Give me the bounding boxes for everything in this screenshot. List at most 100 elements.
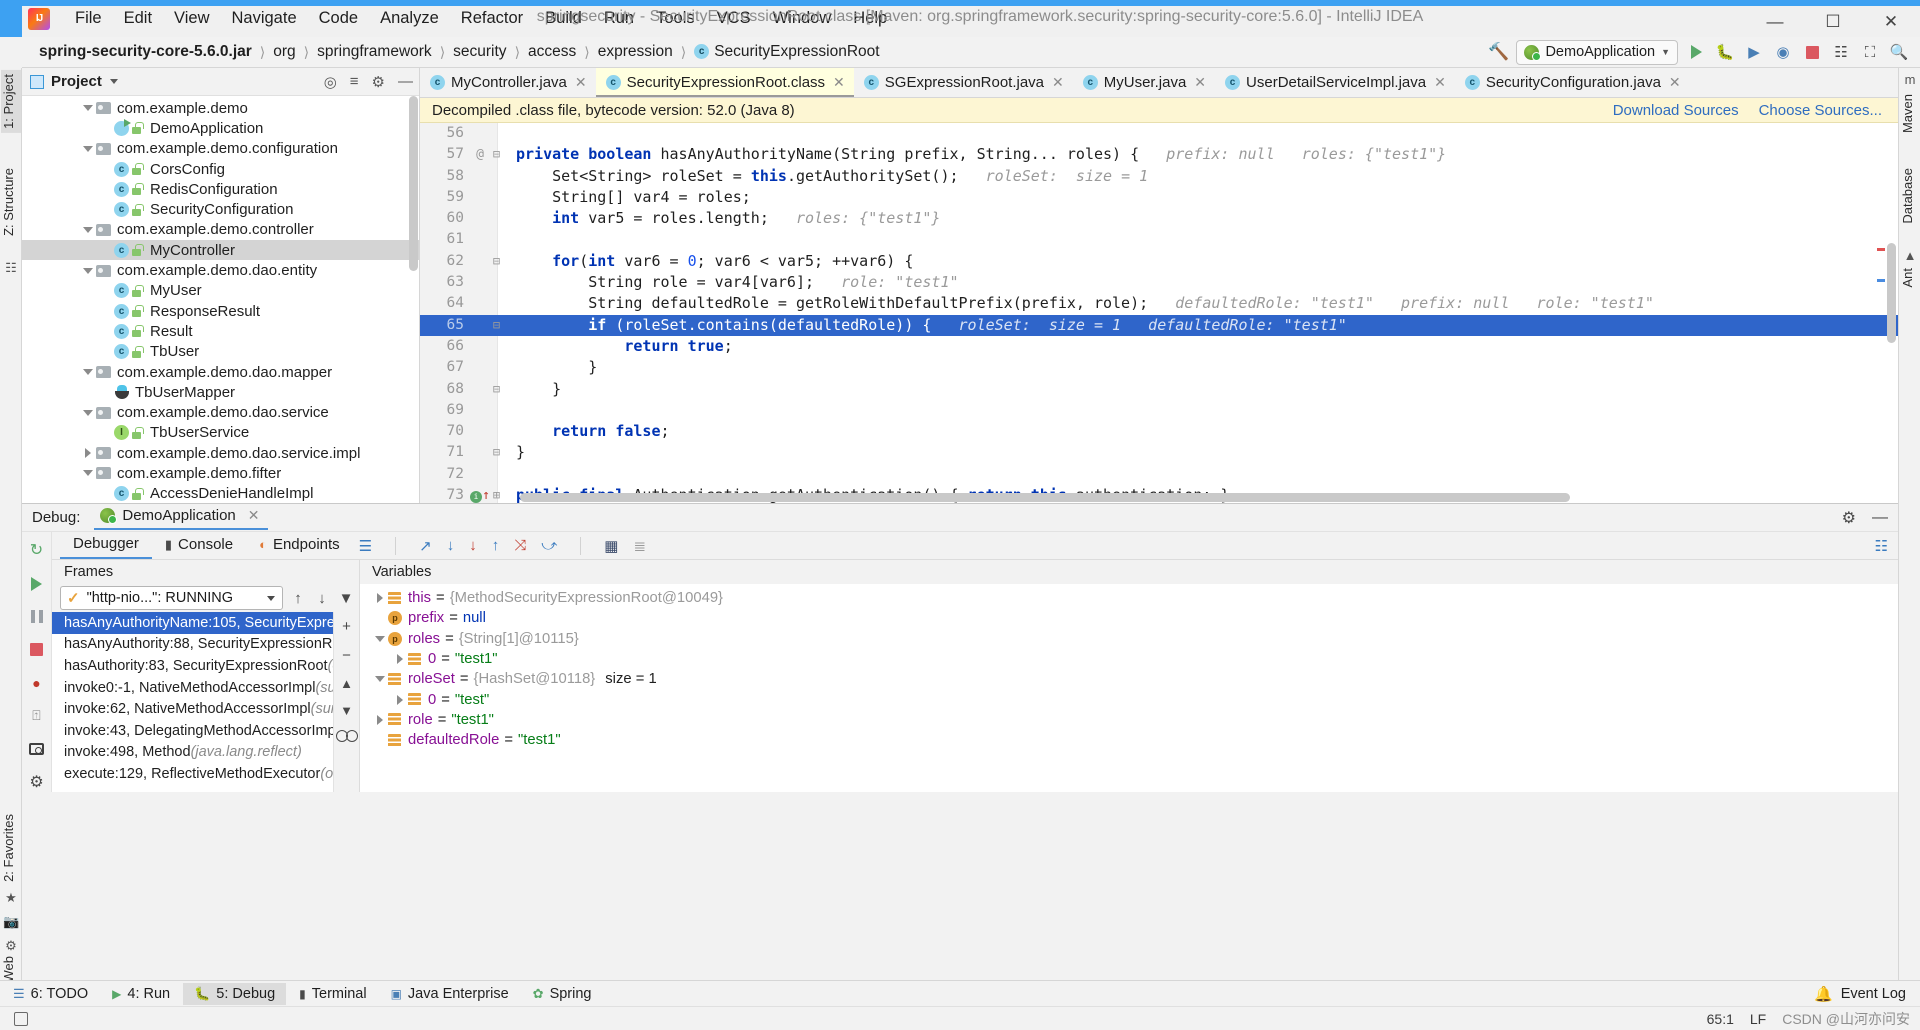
menu-navigate[interactable]: Navigate [221, 5, 308, 32]
tree-node[interactable]: com.example.demo.dao.entity [22, 260, 419, 280]
thread-select[interactable]: ✓ "http-nio...": RUNNING [60, 586, 283, 610]
code-line[interactable]: 60 int var5 = roles.length; roles: {"tes… [420, 208, 1898, 229]
collapse-all-icon[interactable]: ≡ [350, 73, 359, 90]
remove-icon[interactable]: − [342, 647, 351, 664]
debug-button[interactable]: 🐛 [1714, 41, 1736, 63]
code-content[interactable]: 56 57 @ ⊟ private boolean hasAnyAuthorityNam… [420, 123, 1898, 503]
settings-icon[interactable]: ≣ [633, 537, 646, 555]
down-arrow-icon[interactable]: ↓ [313, 590, 331, 607]
menu-run[interactable]: Run [593, 5, 645, 32]
hammer-icon[interactable]: 🔨 [1488, 42, 1509, 62]
chevron-down-icon[interactable] [80, 105, 96, 112]
code-line[interactable]: 66 return true; [420, 336, 1898, 357]
menu-file[interactable]: File [64, 5, 113, 32]
line-separator[interactable]: LF [1750, 1011, 1766, 1027]
sidebar-item-favorites[interactable]: 2: Favorites [1, 810, 21, 886]
frame-item[interactable]: execute:129, ReflectiveMethodExecutor (o… [52, 763, 359, 785]
caret-stripe-marker[interactable] [1877, 279, 1885, 282]
chevron-down-icon[interactable] [80, 409, 96, 416]
layout-button[interactable]: ☷ [1830, 41, 1852, 63]
code-fold-icon[interactable]: ⊟ [490, 379, 503, 400]
line-number[interactable]: 67 [420, 357, 464, 378]
breadcrumb-item-expression[interactable]: expression [595, 42, 676, 62]
variable-row[interactable]: 0 = "test" [360, 689, 1898, 709]
status-item-terminal[interactable]: ▮ Terminal [288, 983, 377, 1005]
menu-analyze[interactable]: Analyze [369, 5, 450, 32]
code-line[interactable]: 67 } [420, 357, 1898, 378]
updates-button[interactable]: ⛶ [1859, 41, 1881, 63]
line-number[interactable]: 66 [420, 336, 464, 357]
tree-node[interactable]: c RedisConfiguration [22, 179, 419, 199]
breadcrumb-item-jar[interactable]: spring-security-core-5.6.0.jar [36, 42, 255, 62]
code-line[interactable]: 57 @ ⊟ private boolean hasAnyAuthorityName(… [420, 144, 1898, 165]
status-item-run[interactable]: ▶ 4: Run [101, 983, 181, 1005]
close-icon[interactable]: ✕ [1669, 74, 1681, 91]
chevron-right-icon[interactable] [80, 448, 96, 459]
tree-node[interactable]: com.example.demo.dao.mapper [22, 362, 419, 382]
code-editor[interactable]: 56 57 @ ⊟ private boolean hasAnyAuthorityNam… [420, 123, 1898, 503]
restore-layout-icon[interactable]: ☷ [1875, 537, 1888, 555]
apps-grid-icon[interactable]: ☷ [3, 260, 19, 276]
editor-tab-bar[interactable]: c MyController.java ✕ c SecurityExpressionRo… [420, 68, 1898, 98]
debug-session-tab[interactable]: DemoApplication ✕ [94, 505, 268, 530]
code-line[interactable]: 68 ⊟ } [420, 379, 1898, 400]
glasses-icon[interactable] [335, 730, 358, 742]
status-item-todo[interactable]: ☰ 6: TODO [2, 983, 99, 1005]
bell-icon[interactable]: 🔔 [1814, 985, 1833, 1003]
close-icon[interactable]: ✕ [1194, 74, 1206, 91]
sort-down-icon[interactable]: ▼ [340, 703, 353, 718]
status-item-debug[interactable]: 🐛 5: Debug [183, 982, 287, 1005]
run-configuration-selector[interactable]: DemoApplication ▼ [1516, 39, 1678, 65]
line-number[interactable]: 56 [420, 123, 464, 144]
line-number[interactable]: 57 [420, 144, 464, 165]
tree-node[interactable]: c TbUser [22, 342, 419, 362]
stop-icon[interactable] [27, 640, 47, 659]
profiler-button[interactable]: ◉ [1772, 41, 1794, 63]
code-line[interactable]: 71 ⊟} [420, 442, 1898, 463]
close-icon[interactable]: ✕ [1434, 74, 1446, 91]
line-number[interactable]: 65 [420, 315, 464, 336]
code-line[interactable]: 72 [420, 464, 1898, 485]
resume-program-icon[interactable] [27, 574, 47, 593]
mute-breakpoints-icon[interactable]: ⍐ [27, 706, 47, 725]
tree-node[interactable]: com.example.demo.dao.service [22, 402, 419, 422]
show-execution-point-icon[interactable]: ↗ [419, 537, 432, 555]
code-line[interactable]: 61 [420, 229, 1898, 250]
camera-icon[interactable]: 📷 [3, 914, 19, 930]
breadcrumb-item-org[interactable]: org [270, 42, 298, 62]
line-number[interactable]: 60 [420, 208, 464, 229]
sort-icon[interactable]: ▲ [340, 676, 353, 691]
tree-node[interactable]: com.example.demo.configuration [22, 139, 419, 159]
status-item-java-enterprise[interactable]: ▣ Java Enterprise [380, 983, 520, 1005]
code-line[interactable]: 58 Set<String> roleSet = this.getAuthori… [420, 166, 1898, 187]
code-line[interactable]: 64 String defaultedRole = getRoleWithDef… [420, 293, 1898, 314]
view-breakpoints-icon[interactable]: ● [27, 673, 47, 692]
chevron-down-icon[interactable] [80, 226, 96, 233]
line-number[interactable]: 59 [420, 187, 464, 208]
frame-item[interactable]: hasAuthority:83, SecurityExpressionRoot … [52, 655, 359, 677]
frames-list[interactable]: hasAnyAuthorityName:105, SecurityExpress… [52, 612, 359, 792]
chevron-right-icon[interactable] [372, 714, 388, 725]
menu-refactor[interactable]: Refactor [450, 5, 534, 32]
error-stripe-marker[interactable] [1877, 248, 1885, 251]
chevron-down-icon[interactable] [80, 470, 96, 477]
chevron-down-icon[interactable] [372, 676, 388, 683]
minimize-icon[interactable]: — [1872, 509, 1888, 527]
search-everywhere-icon[interactable]: 🔍 [1888, 41, 1910, 63]
chevron-down-icon[interactable] [80, 267, 96, 274]
run-with-coverage-button[interactable]: ▶ [1743, 41, 1765, 63]
sidebar-item-ant[interactable]: Ant [1900, 264, 1920, 292]
tree-node[interactable]: c MyUser [22, 281, 419, 301]
tree-node[interactable]: TbUserMapper [22, 382, 419, 402]
up-arrow-icon[interactable]: ↑ [289, 590, 307, 607]
editor-tab[interactable]: c SGExpressionRoot.java ✕ [854, 68, 1073, 97]
sidebar-item-project[interactable]: 1: Project [1, 70, 21, 133]
line-number[interactable]: 62 [420, 251, 464, 272]
choose-sources-link[interactable]: Choose Sources... [1759, 102, 1882, 119]
close-icon[interactable]: ✕ [1052, 74, 1064, 91]
caret-position[interactable]: 65:1 [1707, 1011, 1734, 1027]
close-button[interactable]: ✕ [1862, 6, 1920, 37]
chevron-right-icon[interactable] [392, 654, 408, 665]
tree-node[interactable]: com.example.demo [22, 98, 419, 118]
minimize-button[interactable]: — [1746, 6, 1804, 37]
